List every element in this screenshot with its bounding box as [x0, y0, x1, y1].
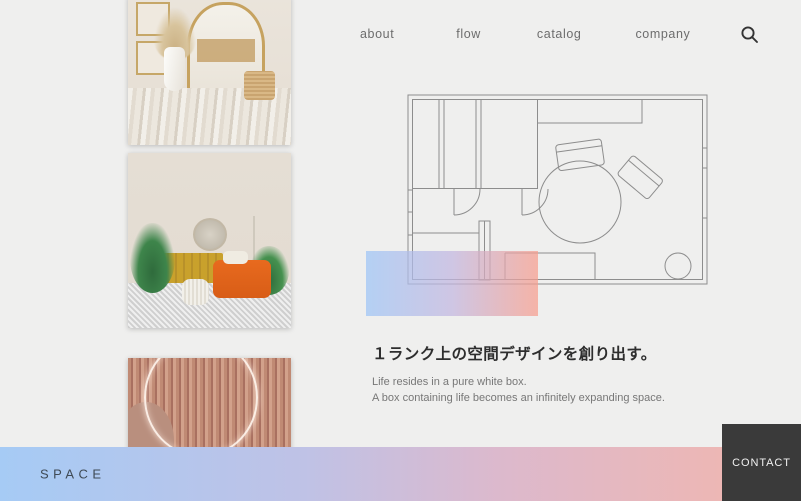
search-icon	[740, 25, 758, 43]
armchair-icon	[212, 251, 272, 299]
photo-1-art	[128, 0, 291, 145]
hero-copy: １ランク上の空間デザインを創り出す。 Life resides in a pur…	[372, 344, 702, 407]
subcopy-line-2: A box containing life becomes an infinit…	[372, 391, 665, 404]
gallery-column	[128, 0, 291, 468]
contact-button[interactable]: CONTACT	[722, 424, 801, 501]
contact-button-label: CONTACT	[732, 456, 791, 469]
gallery-photo-1[interactable]	[128, 0, 291, 145]
subcopy-line-1: Life resides in a pure white box.	[372, 375, 527, 388]
nav-item-about[interactable]: about	[360, 27, 394, 41]
brand-logo[interactable]: SPACE	[40, 467, 106, 482]
gallery-photo-2[interactable]	[128, 153, 291, 328]
photo-2-art	[128, 153, 291, 328]
floor-plan	[366, 90, 716, 325]
search-button[interactable]	[736, 21, 762, 47]
main-navigation: about flow catalog company	[340, 18, 758, 50]
nav-item-flow[interactable]: flow	[456, 27, 481, 41]
rattan-stool-icon	[243, 70, 275, 101]
pouf-icon	[181, 279, 210, 306]
round-mirror-icon	[193, 217, 228, 251]
page-title: １ランク上の空間デザインを創り出す。	[372, 346, 657, 363]
hero-subcopy: Life resides in a pure white box. A box …	[372, 375, 702, 407]
footer-bar: SPACE	[0, 447, 801, 501]
gradient-overlay	[366, 251, 538, 316]
plant-icon	[129, 223, 176, 293]
vase-icon	[163, 46, 186, 92]
nav-item-company[interactable]: company	[635, 27, 690, 41]
nav-item-catalog[interactable]: catalog	[537, 27, 582, 41]
